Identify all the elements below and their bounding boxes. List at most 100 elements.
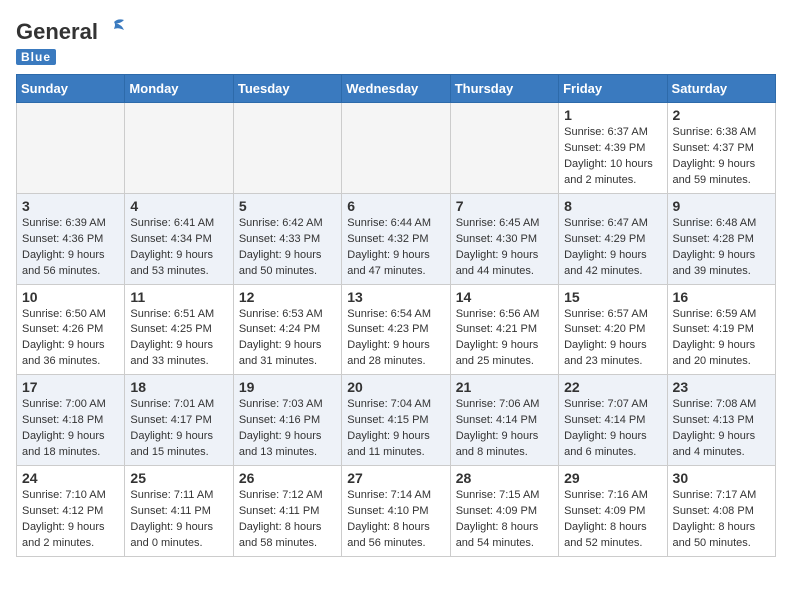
day-number: 16 [673,289,770,305]
column-header-monday: Monday [125,75,233,103]
calendar-week-row: 17 Sunrise: 7:00 AMSunset: 4:18 PMDayligh… [17,375,776,466]
calendar-cell [17,103,125,194]
logo-bird-icon [100,16,128,44]
day-info: Sunrise: 6:45 AMSunset: 4:30 PMDaylight:… [456,216,553,280]
day-number: 19 [239,379,336,395]
calendar-cell: 23 Sunrise: 7:08 AMSunset: 4:13 PMDayligh… [667,375,775,466]
day-info: Sunrise: 7:03 AMSunset: 4:16 PMDaylight:… [239,397,336,461]
calendar-cell: 21Sunrise: 7:06 AMSunset: 4:14 PMDayligh… [450,375,558,466]
calendar-cell: 18 Sunrise: 7:01 AMSunset: 4:17 PMDayligh… [125,375,233,466]
day-number: 13 [347,289,444,305]
day-number: 10 [22,289,119,305]
day-number: 15 [564,289,661,305]
day-number: 28 [456,470,553,486]
day-number: 14 [456,289,553,305]
column-header-friday: Friday [559,75,667,103]
calendar-cell: 15 Sunrise: 6:57 AMSunset: 4:20 PMDayligh… [559,284,667,375]
column-header-wednesday: Wednesday [342,75,450,103]
calendar-cell: 5 Sunrise: 6:42 AMSunset: 4:33 PMDaylight… [233,193,341,284]
calendar-cell: 7 Sunrise: 6:45 AMSunset: 4:30 PMDaylight… [450,193,558,284]
day-number: 9 [673,198,770,214]
calendar-cell: 29 Sunrise: 7:16 AMSunset: 4:09 PMDayligh… [559,466,667,557]
day-number: 20 [347,379,444,395]
column-header-tuesday: Tuesday [233,75,341,103]
day-info: Sunrise: 7:12 AMSunset: 4:11 PMDaylight:… [239,488,336,552]
day-info: Sunrise: 7:08 AMSunset: 4:13 PMDaylight:… [673,397,770,461]
calendar-cell: 13 Sunrise: 6:54 AMSunset: 4:23 PMDayligh… [342,284,450,375]
day-info: Sunrise: 7:04 AMSunset: 4:15 PMDaylight:… [347,397,444,461]
day-info: Sunrise: 6:57 AMSunset: 4:20 PMDaylight:… [564,307,661,371]
day-info: Sunrise: 7:10 AMSunset: 4:12 PMDaylight:… [22,488,119,552]
day-number: 8 [564,198,661,214]
day-info: Sunrise: 6:56 AMSunset: 4:21 PMDaylight:… [456,307,553,371]
day-info: Sunrise: 7:00 AMSunset: 4:18 PMDaylight:… [22,397,119,461]
day-number: 27 [347,470,444,486]
day-info: Sunrise: 6:54 AMSunset: 4:23 PMDaylight:… [347,307,444,371]
day-info: Sunrise: 7:17 AMSunset: 4:08 PMDaylight:… [673,488,770,552]
day-info: Sunrise: 7:15 AMSunset: 4:09 PMDaylight:… [456,488,553,552]
day-info: Sunrise: 6:47 AMSunset: 4:29 PMDaylight:… [564,216,661,280]
calendar-cell: 14 Sunrise: 6:56 AMSunset: 4:21 PMDayligh… [450,284,558,375]
calendar-cell: 11 Sunrise: 6:51 AMSunset: 4:25 PMDayligh… [125,284,233,375]
day-info: Sunrise: 6:48 AMSunset: 4:28 PMDaylight:… [673,216,770,280]
day-info: Sunrise: 7:14 AMSunset: 4:10 PMDaylight:… [347,488,444,552]
day-info: Sunrise: 6:37 AMSunset: 4:39 PMDaylight:… [564,125,661,189]
day-info: Sunrise: 6:42 AMSunset: 4:33 PMDaylight:… [239,216,336,280]
logo-blue-badge: Blue [16,49,56,65]
day-number: 29 [564,470,661,486]
day-info: Sunrise: 7:11 AMSunset: 4:11 PMDaylight:… [130,488,227,552]
calendar-header-row: SundayMondayTuesdayWednesdayThursdayFrid… [17,75,776,103]
day-info: Sunrise: 7:01 AMSunset: 4:17 PMDaylight:… [130,397,227,461]
calendar-cell: 10 Sunrise: 6:50 AMSunset: 4:26 PMDayligh… [17,284,125,375]
day-info: Sunrise: 6:50 AMSunset: 4:26 PMDaylight:… [22,307,119,371]
column-header-sunday: Sunday [17,75,125,103]
calendar-cell: 3 Sunrise: 6:39 AMSunset: 4:36 PMDaylight… [17,193,125,284]
day-number: 12 [239,289,336,305]
day-info: Sunrise: 6:53 AMSunset: 4:24 PMDaylight:… [239,307,336,371]
calendar-week-row: 3 Sunrise: 6:39 AMSunset: 4:36 PMDaylight… [17,193,776,284]
calendar-week-row: 10 Sunrise: 6:50 AMSunset: 4:26 PMDayligh… [17,284,776,375]
day-number: 17 [22,379,119,395]
day-info: Sunrise: 7:16 AMSunset: 4:09 PMDaylight:… [564,488,661,552]
day-number: 24 [22,470,119,486]
day-info: Sunrise: 6:51 AMSunset: 4:25 PMDaylight:… [130,307,227,371]
day-number: 18 [130,379,227,395]
day-number: 26 [239,470,336,486]
calendar-cell: 9 Sunrise: 6:48 AMSunset: 4:28 PMDaylight… [667,193,775,284]
calendar-cell: 17 Sunrise: 7:00 AMSunset: 4:18 PMDayligh… [17,375,125,466]
calendar-cell: 27 Sunrise: 7:14 AMSunset: 4:10 PMDayligh… [342,466,450,557]
day-number: 25 [130,470,227,486]
day-number: 6 [347,198,444,214]
calendar-cell: 28 Sunrise: 7:15 AMSunset: 4:09 PMDayligh… [450,466,558,557]
day-info: Sunrise: 6:44 AMSunset: 4:32 PMDaylight:… [347,216,444,280]
calendar-cell: 20 Sunrise: 7:04 AMSunset: 4:15 PMDayligh… [342,375,450,466]
page-header: General Blue [16,16,776,66]
calendar-week-row: 24 Sunrise: 7:10 AMSunset: 4:12 PMDayligh… [17,466,776,557]
day-number: 5 [239,198,336,214]
day-info: Sunrise: 6:41 AMSunset: 4:34 PMDaylight:… [130,216,227,280]
column-header-thursday: Thursday [450,75,558,103]
calendar-cell: 6 Sunrise: 6:44 AMSunset: 4:32 PMDaylight… [342,193,450,284]
day-number: 23 [673,379,770,395]
calendar-cell: 1 Sunrise: 6:37 AMSunset: 4:39 PMDaylight… [559,103,667,194]
calendar-cell: 30Sunrise: 7:17 AMSunset: 4:08 PMDayligh… [667,466,775,557]
day-number: 22 [564,379,661,395]
calendar-cell [450,103,558,194]
calendar-week-row: 1 Sunrise: 6:37 AMSunset: 4:39 PMDaylight… [17,103,776,194]
calendar-cell: 24 Sunrise: 7:10 AMSunset: 4:12 PMDayligh… [17,466,125,557]
day-number: 2 [673,107,770,123]
calendar-cell: 19 Sunrise: 7:03 AMSunset: 4:16 PMDayligh… [233,375,341,466]
day-number: 7 [456,198,553,214]
day-info: Sunrise: 6:39 AMSunset: 4:36 PMDaylight:… [22,216,119,280]
day-number: 1 [564,107,661,123]
calendar-cell [342,103,450,194]
calendar-cell: 4Sunrise: 6:41 AMSunset: 4:34 PMDaylight… [125,193,233,284]
calendar-cell [233,103,341,194]
calendar-cell [125,103,233,194]
calendar-cell: 2Sunrise: 6:38 AMSunset: 4:37 PMDaylight… [667,103,775,194]
day-info: Sunrise: 6:59 AMSunset: 4:19 PMDaylight:… [673,307,770,371]
calendar-cell: 26 Sunrise: 7:12 AMSunset: 4:11 PMDayligh… [233,466,341,557]
calendar-cell: 16 Sunrise: 6:59 AMSunset: 4:19 PMDayligh… [667,284,775,375]
day-number: 11 [130,289,227,305]
day-number: 3 [22,198,119,214]
